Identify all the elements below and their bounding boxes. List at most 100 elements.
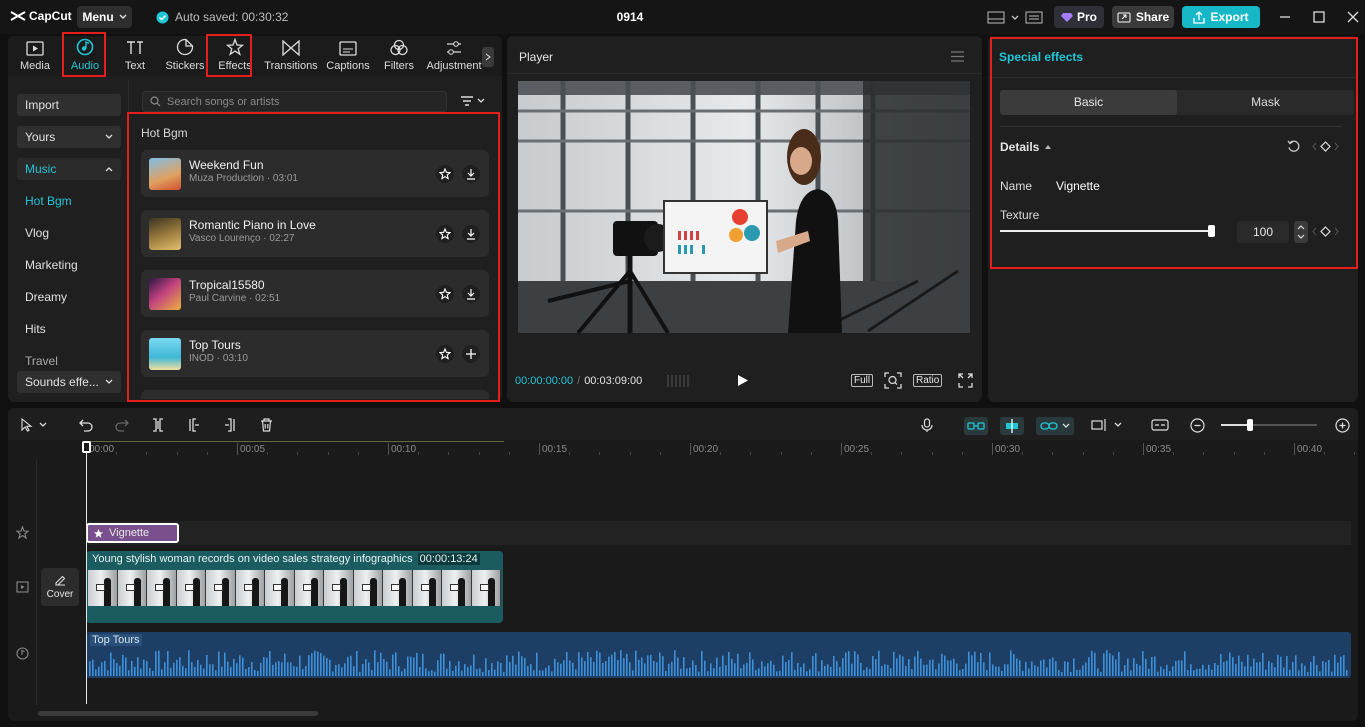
split-button[interactable] xyxy=(148,417,168,433)
tab-filters[interactable]: Filters xyxy=(374,36,424,76)
ruler-minor-tick xyxy=(1022,452,1023,455)
waveform-bar xyxy=(644,663,646,676)
reset-icon[interactable] xyxy=(1287,140,1300,153)
search-input[interactable]: Search songs or artists xyxy=(142,91,447,112)
waveform-bar xyxy=(614,652,616,676)
layout-controls[interactable] xyxy=(987,11,1043,24)
full-quality-button[interactable]: Full xyxy=(851,374,873,387)
export-button[interactable]: Export xyxy=(1182,6,1260,28)
pro-button[interactable]: Pro xyxy=(1054,6,1104,28)
tab-transitions[interactable]: Transitions xyxy=(260,36,322,76)
add-icon[interactable] xyxy=(462,345,480,363)
waveform-bar xyxy=(461,671,463,676)
waveform-bar xyxy=(899,655,901,676)
timeline-grid-icon[interactable] xyxy=(667,374,689,388)
texture-slider[interactable] xyxy=(1000,229,1215,233)
favorite-icon[interactable] xyxy=(436,285,454,303)
import-button[interactable]: Import xyxy=(17,94,121,116)
list-item[interactable]: Weekend Fun Muza Production · 03:01 xyxy=(141,150,489,197)
texture-stepper[interactable] xyxy=(1294,221,1308,243)
effect-clip-vignette[interactable]: Vignette xyxy=(86,523,179,543)
zoom-slider[interactable] xyxy=(1221,424,1317,426)
captions-ai-button[interactable] xyxy=(1150,417,1170,433)
favorite-icon[interactable] xyxy=(436,345,454,363)
video-clip[interactable]: Young stylish woman records on video sal… xyxy=(86,551,503,623)
preview-axis-toggle[interactable] xyxy=(1088,417,1124,433)
undo-button[interactable] xyxy=(76,417,96,433)
zoom-fit-icon[interactable] xyxy=(884,372,902,389)
video-preview[interactable] xyxy=(518,81,970,333)
toolbar-scroll-right[interactable] xyxy=(482,47,494,67)
playhead[interactable] xyxy=(86,442,87,704)
waveform-bar xyxy=(1154,656,1156,676)
redo-button[interactable] xyxy=(112,417,132,433)
ruler-minor-tick xyxy=(781,452,782,455)
waveform-bar xyxy=(1241,662,1243,676)
select-tool[interactable] xyxy=(16,417,52,433)
caret-up-icon xyxy=(1044,144,1052,150)
sidebar-item-hits[interactable]: Hits xyxy=(25,322,46,336)
tab-adjustment[interactable]: Adjustment xyxy=(424,36,484,76)
download-icon[interactable] xyxy=(462,165,480,183)
tab-media[interactable]: Media xyxy=(10,36,60,76)
zoom-out-button[interactable] xyxy=(1187,417,1207,433)
zoom-handle[interactable] xyxy=(1247,419,1253,431)
cover-button[interactable]: Cover xyxy=(41,568,79,606)
sidebar-item-dreamy[interactable]: Dreamy xyxy=(25,290,67,304)
sidebar-item-vlog[interactable]: Vlog xyxy=(25,226,49,240)
maximize-icon[interactable] xyxy=(1312,10,1326,24)
record-button[interactable] xyxy=(917,417,937,433)
linkage-toggle[interactable] xyxy=(1036,417,1074,435)
time-ruler[interactable]: 00:0000:0500:1000:1500:2000:2500:3000:35… xyxy=(86,441,1351,457)
filmstrip-frame xyxy=(324,570,354,606)
music-dropdown[interactable]: Music xyxy=(17,158,121,180)
main-track-magnet-toggle[interactable] xyxy=(964,417,988,435)
tab-basic[interactable]: Basic xyxy=(1000,90,1177,115)
texture-value-input[interactable]: 100 xyxy=(1237,221,1289,243)
details-toggle[interactable]: Details xyxy=(1000,140,1052,154)
download-icon[interactable] xyxy=(462,285,480,303)
sounds-effects-dropdown[interactable]: Sounds effe... xyxy=(17,371,121,393)
waveform-bar xyxy=(392,655,394,676)
tab-effects[interactable]: Effects xyxy=(210,36,260,76)
delete-left-button[interactable] xyxy=(184,417,204,433)
filter-button[interactable] xyxy=(460,96,485,106)
sidebar-item-marketing[interactable]: Marketing xyxy=(25,258,78,272)
keyframe-nav[interactable] xyxy=(1312,141,1339,152)
minimize-icon[interactable] xyxy=(1278,10,1292,24)
zoom-in-button[interactable] xyxy=(1332,417,1352,433)
share-button[interactable]: Share xyxy=(1112,6,1174,28)
audio-clip[interactable]: Top Tours xyxy=(86,632,1351,678)
ratio-button[interactable]: Ratio xyxy=(913,374,942,387)
chevron-right-icon xyxy=(1334,227,1339,236)
sidebar-item-travel[interactable]: Travel xyxy=(25,354,58,368)
slider-handle[interactable] xyxy=(1208,225,1215,237)
tab-stickers[interactable]: Stickers xyxy=(160,36,210,76)
playhead-handle[interactable] xyxy=(82,441,91,453)
favorite-icon[interactable] xyxy=(436,225,454,243)
tab-text[interactable]: Text xyxy=(110,36,160,76)
download-icon[interactable] xyxy=(462,225,480,243)
delete-button[interactable] xyxy=(256,417,276,433)
favorite-icon[interactable] xyxy=(436,165,454,183)
list-item[interactable]: Tropical15580 Paul Carvine · 02:51 xyxy=(141,270,489,317)
tab-audio[interactable]: Audio xyxy=(60,36,110,76)
yours-dropdown[interactable]: Yours xyxy=(17,126,121,148)
waveform-bar xyxy=(848,651,850,676)
player-menu-icon[interactable] xyxy=(951,51,964,62)
list-item[interactable]: Top Tours INOD · 03:10 xyxy=(141,330,489,377)
timeline-scrollbar[interactable] xyxy=(38,711,318,716)
filmstrip-frame xyxy=(472,570,502,606)
list-item[interactable]: Romantic Piano in Love Vasco Lourenço · … xyxy=(141,210,489,257)
tab-mask[interactable]: Mask xyxy=(1177,90,1354,115)
texture-keyframe-nav[interactable] xyxy=(1312,226,1339,237)
waveform-bar xyxy=(335,665,337,676)
tab-captions[interactable]: Captions xyxy=(322,36,374,76)
close-icon[interactable] xyxy=(1346,10,1360,24)
frame-figure xyxy=(134,578,141,606)
play-icon[interactable] xyxy=(737,374,749,387)
sidebar-item-hot-bgm[interactable]: Hot Bgm xyxy=(25,194,72,208)
auto-snap-toggle[interactable] xyxy=(1000,417,1024,435)
fullscreen-icon[interactable] xyxy=(958,373,973,388)
delete-right-button[interactable] xyxy=(220,417,240,433)
